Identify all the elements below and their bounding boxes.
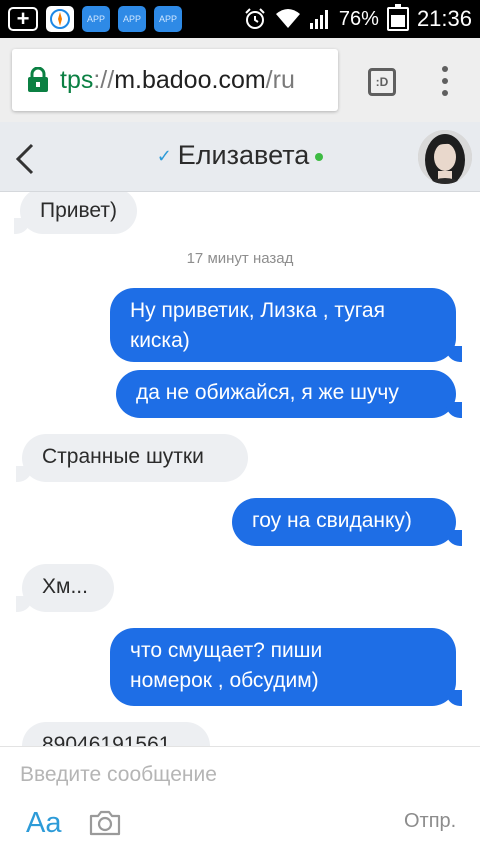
app-store-icon-2: APP — [118, 6, 146, 32]
contact-title[interactable]: ✓ Елизавета — [0, 140, 480, 171]
message-text: 89046191561 — [42, 733, 171, 746]
url-host: m.badoo.com — [114, 65, 266, 94]
message-incoming[interactable]: Хм... — [16, 564, 114, 612]
message-composer: Aa Отпр. — [0, 746, 480, 854]
message-text: да не обижайся, я же шучу — [136, 381, 399, 404]
message-outgoing[interactable]: Ну приветик, Лизка , тугая киска) — [110, 288, 462, 362]
battery-icon — [386, 4, 409, 31]
message-input[interactable] — [20, 757, 460, 793]
message-text-line: номерок , обсудим) — [130, 669, 319, 692]
verified-check-icon: ✓ — [156, 146, 172, 167]
notification-icons: + APP APP APP — [8, 6, 182, 32]
status-bar: + APP APP APP 76% 21:36 — [0, 0, 480, 38]
message-list[interactable]: Привет) 17 минут назад Ну приветик, Лизк… — [0, 192, 480, 746]
avatar[interactable] — [418, 130, 472, 184]
add-box-icon: + — [8, 7, 38, 31]
message-text: гоу на свиданку) — [252, 509, 412, 532]
signal-icon — [309, 10, 328, 29]
message-text-line: киска) — [130, 329, 190, 352]
send-button[interactable]: Отпр. — [404, 810, 456, 833]
url-separator: :// — [93, 65, 115, 94]
message-text: Странные шутки — [42, 445, 204, 468]
tabs-button[interactable]: :D — [368, 68, 396, 96]
message-timestamp: 17 минут назад — [186, 250, 294, 267]
alarm-icon — [245, 8, 265, 29]
message-outgoing[interactable]: что смущает? пиши номерок , обсудим) — [110, 628, 462, 706]
message-outgoing[interactable]: да не обижайся, я же шучу — [116, 370, 462, 418]
browser-toolbar: tps://m.badoo.com/ru :D — [0, 38, 480, 122]
contact-name: Елизавета — [177, 140, 310, 170]
url-scheme: tps — [60, 65, 94, 94]
message-text-line: Ну приветик, Лизка , тугая — [130, 299, 385, 322]
message-outgoing[interactable]: гоу на свиданку) — [232, 498, 462, 546]
message-incoming[interactable]: 89046191561 — [22, 722, 210, 746]
compass-icon — [46, 6, 74, 32]
message-text: Хм... — [42, 575, 88, 598]
chat-header: ✓ Елизавета — [0, 122, 480, 192]
app-store-icon: APP — [82, 6, 110, 32]
online-status-icon — [315, 152, 324, 161]
message-text: Привет) — [40, 199, 118, 222]
battery-percent: 76% — [338, 7, 379, 30]
clock: 21:36 — [416, 6, 472, 31]
url-path: /ru — [265, 65, 295, 94]
lock-icon — [28, 67, 48, 92]
font-style-button[interactable]: Aa — [26, 807, 61, 840]
message-incoming[interactable]: Привет) — [13, 192, 138, 234]
address-bar[interactable]: tps://m.badoo.com/ru — [12, 49, 338, 111]
message-incoming[interactable]: Странные шутки — [16, 434, 248, 482]
camera-icon[interactable] — [88, 809, 122, 837]
wifi-icon — [275, 9, 300, 28]
message-text-line: что смущает? пиши — [130, 639, 323, 662]
system-icons: 76% 21:36 — [243, 0, 472, 38]
overflow-menu-icon[interactable] — [440, 66, 450, 96]
app-store-icon-3: APP — [154, 6, 182, 32]
